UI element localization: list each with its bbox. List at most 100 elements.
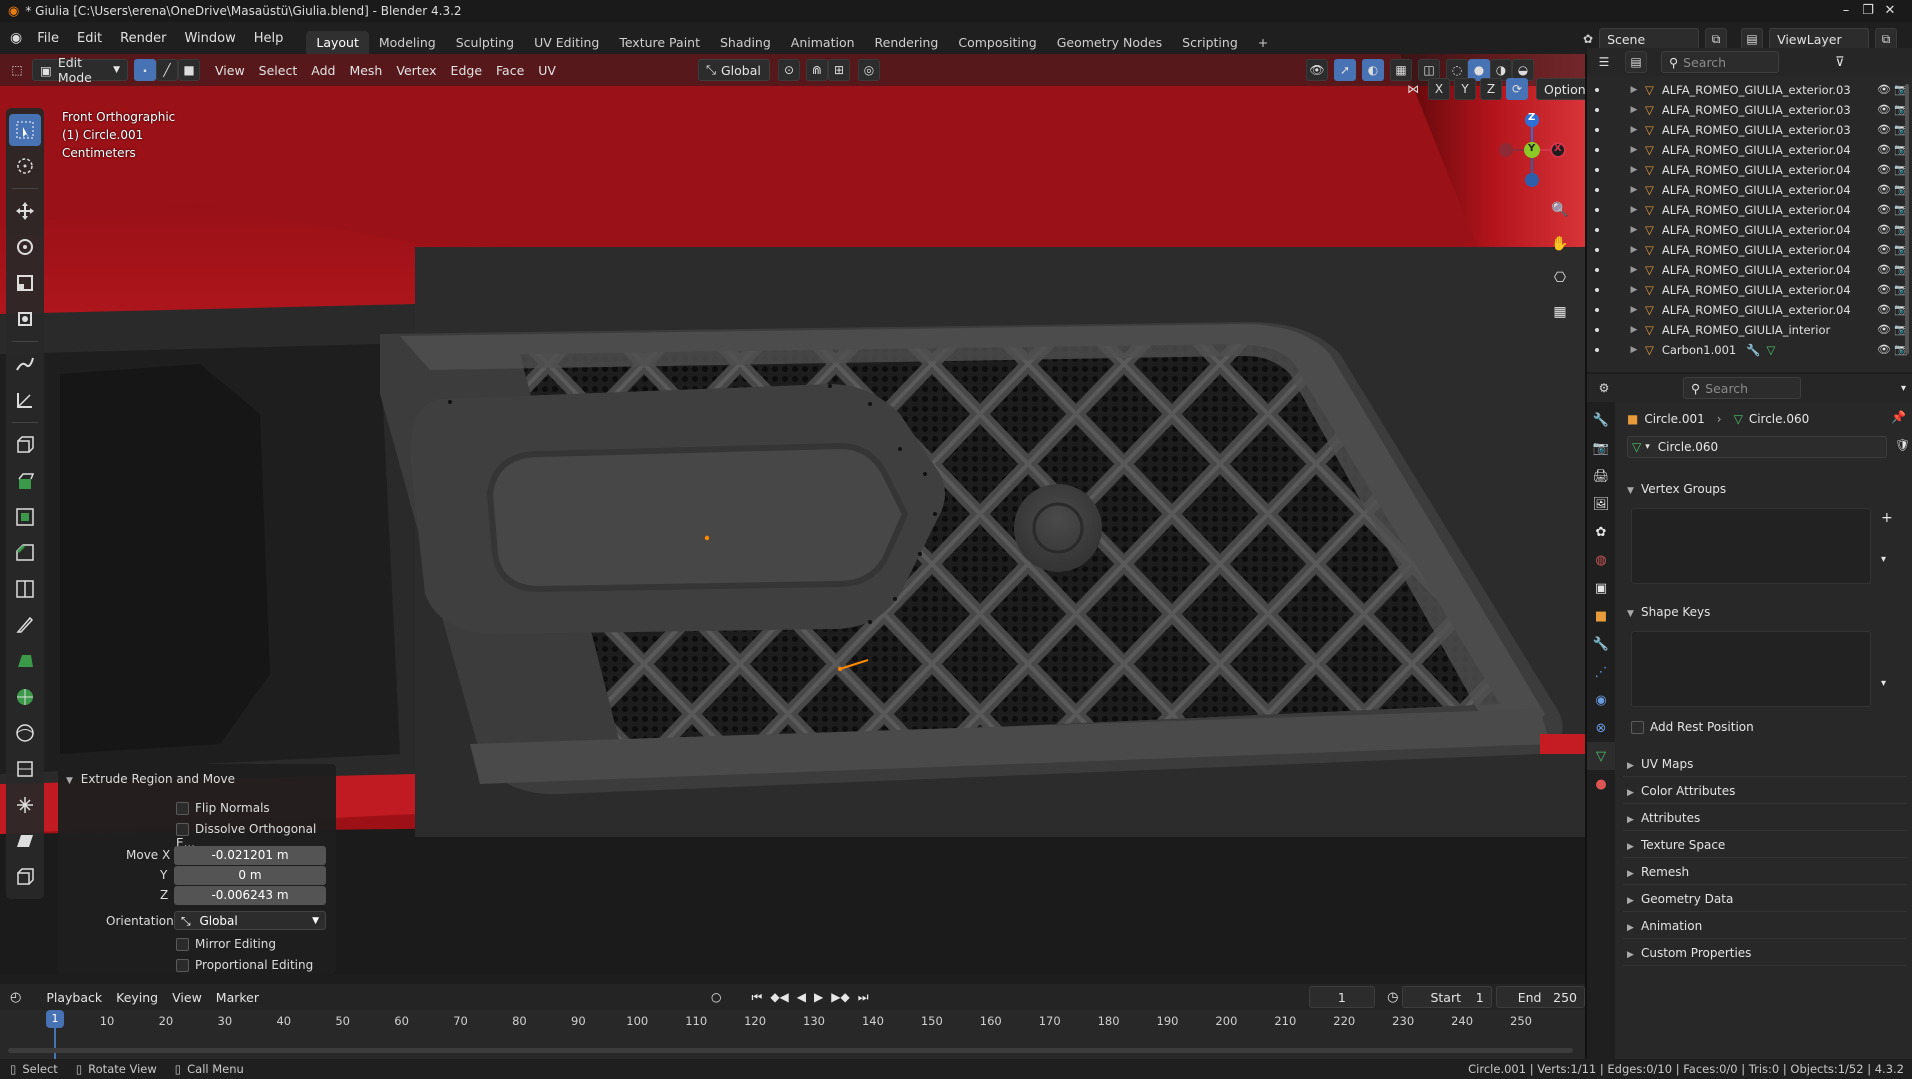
menu-playback[interactable]: Playback — [39, 986, 109, 1008]
eye-icon[interactable]: 👁 — [1877, 203, 1891, 216]
menu-edit[interactable]: Edit — [68, 31, 111, 46]
face-select-icon[interactable]: ■ — [178, 59, 200, 81]
outliner-item[interactable]: ▶ ▽ ALFA_ROMEO_GIULIA_exterior.03 👁 📷 — [1587, 120, 1912, 140]
menu-mesh[interactable]: Mesh — [342, 59, 389, 81]
object-tab-icon[interactable]: ■ — [1587, 602, 1615, 630]
zoom-icon[interactable]: 🔍 — [1548, 198, 1572, 222]
snap-target-icon[interactable]: ⊞ — [827, 59, 850, 81]
outliner-item[interactable]: ▶ ▽ ALFA_ROMEO_GIULIA_exterior.03 👁 📷 — [1587, 100, 1912, 120]
checkbox[interactable] — [176, 959, 189, 972]
outliner-scrollbar[interactable] — [1905, 84, 1909, 354]
outliner-item[interactable]: ▶ ▽ ALFA_ROMEO_GIULIA_exterior.04 👁 📷 — [1587, 180, 1912, 200]
jump-end-icon[interactable]: ⏭ — [858, 990, 869, 1005]
eye-icon[interactable]: 👁 — [1877, 323, 1891, 336]
shear-tool[interactable] — [9, 825, 41, 857]
loop-cut-tool[interactable] — [9, 573, 41, 605]
transform-tool[interactable] — [9, 303, 41, 335]
render-tab-icon[interactable]: 📷 — [1587, 434, 1615, 462]
world-tab-icon[interactable]: ◍ — [1587, 546, 1615, 574]
expand-arrow-icon[interactable]: ▶ — [1627, 125, 1641, 135]
select-box-tool[interactable] — [9, 114, 41, 146]
mirror-icon[interactable]: ⋈ — [1402, 78, 1424, 100]
new-scene-icon[interactable]: ⧉ — [1705, 28, 1728, 50]
menu-select[interactable]: Select — [252, 59, 305, 81]
display-mode-icon[interactable]: ▤ — [1625, 51, 1647, 73]
checkbox[interactable] — [176, 802, 189, 815]
navigation-gizmo[interactable]: Z X Y — [1488, 108, 1568, 192]
orientation-dropdown[interactable]: ⤡ Global ▼ — [174, 911, 326, 930]
playhead[interactable]: 1 — [46, 1010, 64, 1028]
prev-keyframe-icon[interactable]: ◆◀ — [770, 990, 788, 1005]
vertex-group-specials-button[interactable]: ▾ — [1881, 554, 1886, 565]
edge-select-icon[interactable]: ╱ — [156, 59, 178, 81]
scene-tab-icon[interactable]: ✿ — [1587, 518, 1615, 546]
expand-arrow-icon[interactable]: ▶ — [1627, 165, 1641, 175]
move-x-field[interactable]: -0.021201 m — [174, 846, 326, 865]
expand-arrow-icon[interactable]: ▶ — [1627, 265, 1641, 275]
checkbox[interactable] — [176, 823, 189, 836]
menu-add[interactable]: Add — [304, 59, 342, 81]
eye-icon[interactable]: 👁 — [1877, 103, 1891, 116]
auto-merge-icon[interactable]: ⟳ — [1506, 78, 1528, 100]
poly-build-tool[interactable] — [9, 645, 41, 677]
eye-icon[interactable]: 👁 — [1877, 303, 1891, 316]
fake-user-icon[interactable]: 🛡 — [1895, 438, 1910, 452]
outliner-search[interactable]: ⚲ Search — [1661, 51, 1779, 73]
data-tab-icon[interactable]: ▽ — [1587, 742, 1615, 770]
section-texture-space[interactable]: ▶ Texture Space — [1627, 838, 1725, 852]
knife-tool[interactable] — [9, 609, 41, 641]
shape-keys-list[interactable] — [1631, 631, 1871, 707]
jump-start-icon[interactable]: ⏮ — [752, 990, 763, 1005]
shrink-fatten-tool[interactable] — [9, 789, 41, 821]
properties-search[interactable]: ⚲ Search — [1683, 377, 1801, 399]
mesh-datablock-selector[interactable]: ▽ ▾ Circle.060 — [1627, 436, 1887, 458]
menu-keying[interactable]: Keying — [109, 986, 165, 1008]
proportional-editing-checkbox[interactable]: Proportional Editing — [176, 958, 313, 972]
expand-arrow-icon[interactable]: ▶ — [1627, 245, 1641, 255]
tool-tab-icon[interactable]: 🔧 — [1587, 406, 1615, 434]
menu-marker[interactable]: Marker — [209, 986, 266, 1008]
add-rest-position-checkbox[interactable]: Add Rest Position — [1631, 720, 1754, 734]
expand-arrow-icon[interactable]: ▶ — [1627, 285, 1641, 295]
tab-modeling[interactable]: Modeling — [369, 31, 446, 54]
expand-arrow-icon[interactable]: ▶ — [1627, 225, 1641, 235]
material-tab-icon[interactable]: ● — [1587, 770, 1615, 798]
ortho-grid-icon[interactable]: ▦ — [1548, 300, 1572, 324]
annotate-tool[interactable] — [9, 348, 41, 380]
section-geometry-data[interactable]: ▶ Geometry Data — [1627, 892, 1733, 906]
current-frame-field[interactable]: 1 — [1308, 986, 1376, 1008]
section-uv-maps[interactable]: ▶ UV Maps — [1627, 757, 1693, 771]
section-animation[interactable]: ▶ Animation — [1627, 919, 1702, 933]
extrude-tool[interactable] — [9, 465, 41, 497]
outliner-item[interactable]: ▶ ▽ ALFA_ROMEO_GIULIA_exterior.03 👁 📷 — [1587, 80, 1912, 100]
rip-region-tool[interactable] — [9, 861, 41, 893]
move-z-field[interactable]: -0.006243 m — [174, 886, 326, 905]
expand-arrow-icon[interactable]: ▶ — [1627, 325, 1641, 335]
eye-icon[interactable]: 👁 — [1877, 223, 1891, 236]
expand-arrow-icon[interactable]: ▶ — [1627, 345, 1641, 355]
tab-compositing[interactable]: Compositing — [948, 31, 1046, 54]
timeline-editor-icon[interactable]: ◴ — [10, 990, 21, 1005]
eye-icon[interactable]: 👁 — [1877, 123, 1891, 136]
tab-geometry-nodes[interactable]: Geometry Nodes — [1047, 31, 1172, 54]
vertex-select-icon[interactable]: ⬝ — [134, 59, 156, 81]
filter-icon[interactable]: ⊽ — [1835, 55, 1845, 70]
tab-texture-paint[interactable]: Texture Paint — [609, 31, 710, 54]
eye-icon[interactable]: 👁 — [1877, 243, 1891, 256]
vertex-groups-list[interactable] — [1631, 508, 1871, 584]
vertex-groups-section[interactable]: ▼ Vertex Groups — [1627, 482, 1726, 496]
timeline-scrollbar[interactable] — [8, 1048, 1573, 1053]
outliner-item[interactable]: ▶ ▽ ALFA_ROMEO_GIULIA_exterior.04 👁 📷 — [1587, 200, 1912, 220]
section-color-attributes[interactable]: ▶ Color Attributes — [1627, 784, 1735, 798]
rotate-tool[interactable] — [9, 231, 41, 263]
bevel-tool[interactable] — [9, 537, 41, 569]
outliner-editor-icon[interactable]: ☰ — [1593, 51, 1615, 73]
spin-tool[interactable] — [9, 681, 41, 713]
eye-icon[interactable]: 👁 — [1877, 283, 1891, 296]
collection-tab-icon[interactable]: ▣ — [1587, 574, 1615, 602]
eye-icon[interactable]: 👁 — [1877, 343, 1891, 356]
axis-x-toggle[interactable]: X — [1428, 78, 1450, 100]
pivot-point-icon[interactable]: ⊙ — [777, 59, 800, 81]
scene-selector[interactable]: Scene — [1599, 28, 1700, 50]
shape-key-specials-button[interactable]: ▾ — [1881, 678, 1886, 689]
